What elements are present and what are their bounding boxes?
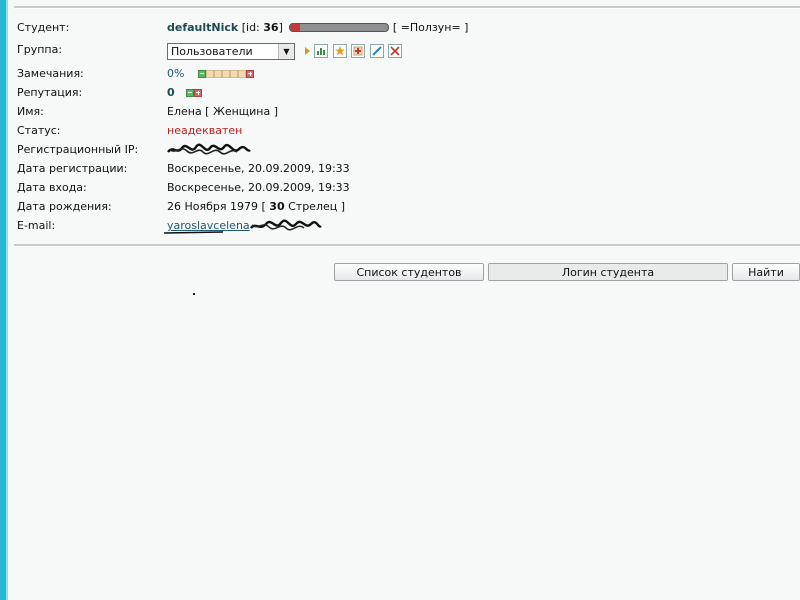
delete-icon[interactable]: [388, 44, 402, 58]
student-nick[interactable]: defaultNick: [167, 21, 238, 34]
star-icon[interactable]: [332, 44, 347, 58]
find-button[interactable]: Найти: [732, 263, 800, 281]
reg-date-label: Дата регистрации:: [17, 162, 128, 175]
student-value: defaultNick [id: 36] [ =Ползун= ]: [167, 19, 468, 37]
status-value: неадекватен: [167, 124, 243, 137]
reputation-value: 0: [167, 84, 203, 102]
add-icon[interactable]: [351, 44, 365, 58]
remarks-level-cell: [221, 70, 230, 78]
group-select[interactable]: Пользователи ▼: [167, 42, 295, 60]
reputation-decrease-icon[interactable]: [186, 89, 195, 97]
remarks-level-cell: [213, 70, 222, 78]
group-value: Пользователи ▼: [167, 42, 402, 60]
reputation-number: 0: [167, 86, 175, 99]
group-select-value: Пользователи: [171, 44, 253, 58]
remarks-level-cell: [229, 70, 238, 78]
redacted-email-scribble: [249, 219, 322, 231]
tool-marker-icon: [304, 47, 310, 55]
redacted-ip-scribble: [167, 143, 251, 155]
remarks-label: Замечания:: [17, 67, 84, 80]
name-label: Имя:: [17, 105, 44, 118]
birth-open-bracket: [: [258, 200, 270, 213]
left-accent-shade: [6, 0, 8, 600]
reg-ip-value: [167, 141, 251, 159]
middle-divider: [14, 244, 800, 247]
login-date-label: Дата входа:: [17, 181, 87, 194]
login-date-value: Воскресенье, 20.09.2009, 19:33: [167, 181, 350, 194]
stray-dot: [193, 293, 195, 295]
status-label: Статус:: [17, 124, 61, 137]
remarks-value: 0%: [167, 65, 254, 83]
remarks-decrease-icon[interactable]: [197, 70, 206, 78]
top-divider: [14, 6, 800, 9]
reputation-label: Репутация:: [17, 86, 83, 99]
name-value: Елена [ Женщина ]: [167, 105, 279, 118]
email-label: E-mail:: [17, 219, 56, 232]
reputation-increase-icon[interactable]: [194, 89, 203, 97]
remarks-percent: 0%: [167, 67, 185, 80]
remarks-increase-icon[interactable]: [245, 70, 254, 78]
slider-label[interactable]: [ =Ползун= ]: [393, 21, 469, 34]
group-tools: [304, 42, 402, 60]
remarks-level-cell: [205, 70, 214, 78]
student-login-button[interactable]: Логин студента: [488, 263, 728, 281]
student-progress-fill: [290, 24, 301, 31]
student-id-value: 36: [263, 21, 279, 34]
birth-date: 26 Ноября 1979: [167, 200, 258, 213]
student-progress-bar: [289, 23, 390, 32]
remarks-level-cell: [237, 70, 246, 78]
student-label: Студент:: [17, 21, 70, 34]
student-id-suffix: ]: [278, 21, 283, 34]
reg-ip-label: Регистрационный IP:: [17, 143, 139, 156]
chart-icon[interactable]: [314, 44, 328, 58]
birth-value: 26 Ноября 1979 [ 30 Стрелец ]: [167, 198, 345, 216]
students-list-button[interactable]: Список студентов: [334, 263, 484, 281]
reg-date-value: Воскресенье, 20.09.2009, 19:33: [167, 162, 350, 175]
student-id-prefix: [id:: [241, 21, 264, 34]
email-underline-scribble: [163, 231, 224, 234]
birth-label: Дата рождения:: [17, 200, 112, 213]
chevron-down-icon[interactable]: ▼: [278, 43, 294, 59]
birth-sign: Стрелец ]: [284, 200, 346, 213]
birth-age: 30: [269, 200, 285, 213]
group-label: Группа:: [17, 43, 63, 56]
edit-icon[interactable]: [369, 44, 384, 58]
